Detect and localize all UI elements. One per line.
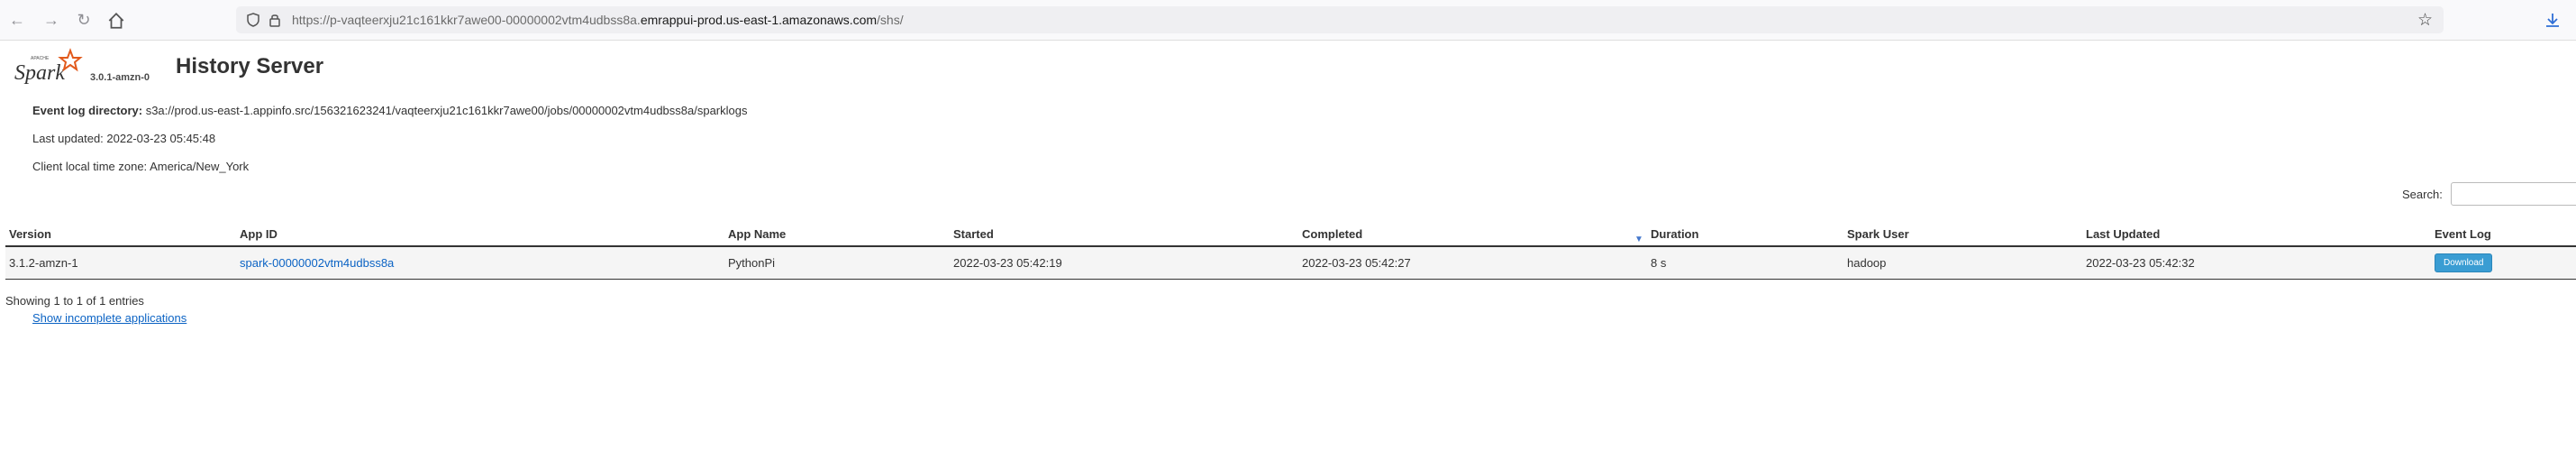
column-header-app-id[interactable]: App ID	[236, 220, 724, 247]
search-label: Search:	[2402, 188, 2443, 201]
app-id-link[interactable]: spark-00000002vtm4udbss8a	[240, 256, 394, 270]
event-log-value: s3a://prod.us-east-1.appinfo.src/1563216…	[145, 104, 748, 117]
page-title: History Server	[176, 54, 324, 78]
cell-started: 2022-03-23 05:42:19	[950, 246, 1298, 280]
cell-last-updated: 2022-03-23 05:42:32	[2082, 246, 2431, 280]
client-timezone: Client local time zone: America/New_York	[32, 160, 250, 173]
back-icon[interactable]: ←	[7, 10, 27, 30]
url-path: /shs/	[877, 13, 904, 27]
forward-icon[interactable]: →	[41, 10, 61, 30]
shield-icon[interactable]	[245, 12, 261, 28]
sort-descending-icon[interactable]: ▼	[1634, 235, 1643, 244]
spark-logo[interactable]: APACHE Spark	[14, 47, 86, 87]
entries-info: Showing 1 to 1 of 1 entries	[5, 294, 144, 308]
url-host: emrappui-prod.us-east-1.amazonaws.com	[640, 13, 878, 27]
show-incomplete-link[interactable]: Show incomplete applications	[32, 311, 187, 325]
column-header-last-updated[interactable]: Last Updated	[2082, 220, 2431, 247]
download-button[interactable]: Download	[2435, 253, 2493, 272]
table-row: 3.1.2-amzn-1 spark-00000002vtm4udbss8a P…	[5, 246, 2576, 280]
cell-duration: 8 s	[1647, 246, 1843, 280]
cell-event-log: Download	[2431, 246, 2576, 280]
cell-app-name: PythonPi	[724, 246, 950, 280]
spark-version: 3.0.1-amzn-0	[90, 72, 150, 83]
reload-icon[interactable]: ↻	[74, 10, 94, 30]
cell-completed: 2022-03-23 05:42:27	[1298, 246, 1647, 280]
home-icon[interactable]	[106, 11, 126, 31]
last-updated: Last updated: 2022-03-23 05:45:48	[32, 132, 216, 145]
bookmark-star-icon[interactable]: ☆	[2417, 10, 2433, 31]
url-prefix: https://p-vaqteerxju21c161kkr7awe00-0000…	[292, 13, 641, 27]
column-header-started[interactable]: Started	[950, 220, 1298, 247]
search-input[interactable]	[2451, 182, 2576, 206]
column-header-version[interactable]: Version	[5, 220, 236, 247]
event-log-directory: Event log directory: s3a://prod.us-east-…	[32, 104, 747, 117]
column-header-app-name[interactable]: App Name	[724, 220, 950, 247]
column-header-duration[interactable]: ▼ Duration	[1634, 220, 1843, 247]
cell-version: 3.1.2-amzn-1	[5, 246, 236, 280]
column-header-completed[interactable]: Completed	[1298, 220, 1647, 247]
applications-table: Version App ID App Name Started Complete…	[5, 220, 2576, 280]
event-log-label: Event log directory:	[32, 104, 143, 117]
cell-app-id: spark-00000002vtm4udbss8a	[236, 246, 724, 280]
browser-toolbar: ← → ↻ https://p-vaqteerxju21c161kkr7awe0…	[0, 0, 2576, 41]
downloads-icon[interactable]	[2544, 11, 2562, 29]
address-bar[interactable]: https://p-vaqteerxju21c161kkr7awe00-0000…	[236, 6, 2444, 33]
lock-icon[interactable]	[267, 12, 283, 28]
column-header-event-log[interactable]: Event Log	[2431, 220, 2576, 247]
url-text[interactable]: https://p-vaqteerxju21c161kkr7awe00-0000…	[292, 13, 904, 27]
logo-spark-text: Spark	[14, 61, 65, 85]
column-header-spark-user[interactable]: Spark User	[1843, 220, 2082, 247]
table-header-row: Version App ID App Name Started Complete…	[5, 220, 2576, 247]
cell-spark-user: hadoop	[1843, 246, 2082, 280]
duration-header-label: Duration	[1651, 226, 1699, 241]
